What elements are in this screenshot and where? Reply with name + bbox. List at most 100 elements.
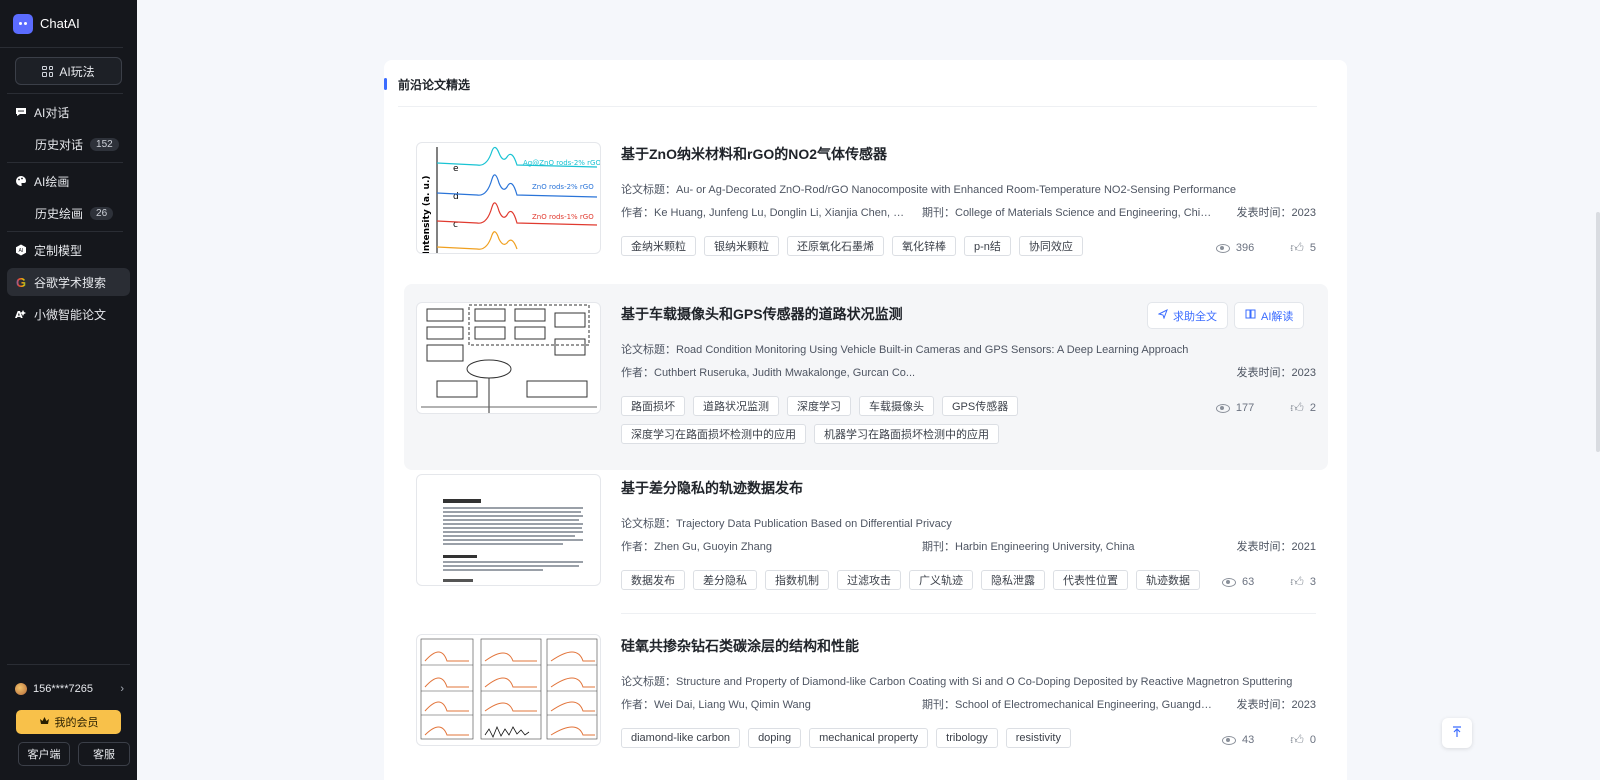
keyword-tag[interactable]: 轨迹数据 [1136, 570, 1200, 590]
value: Cuthbert Ruseruka, Judith Mwakalonge, Gu… [654, 367, 916, 379]
section-title: 前沿论文精选 [398, 78, 471, 92]
keyword-tag[interactable]: 代表性位置 [1053, 570, 1128, 590]
thumbs-up-icon[interactable]: 👍︎ [1290, 400, 1304, 416]
keyword-tag[interactable]: 金纳米颗粒 [621, 236, 696, 256]
view-count: 396 [1235, 242, 1255, 254]
keyword-tag[interactable]: 路面损坏 [621, 396, 685, 416]
thumbs-up-icon[interactable]: 👍︎ [1290, 240, 1304, 256]
label: 期刊： [922, 207, 955, 219]
eye-icon [1222, 577, 1237, 587]
keyword-tag[interactable]: 过滤攻击 [837, 570, 901, 590]
keyword-tag[interactable]: 差分隐私 [693, 570, 757, 590]
thumbs-up-icon[interactable]: 👍︎ [1290, 574, 1304, 590]
value: Structure and Property of Diamond-like C… [676, 676, 1293, 688]
keyword-tag[interactable]: mechanical property [809, 728, 929, 748]
label: 作者： [621, 541, 654, 553]
paper-card[interactable]: 基于差分隐私的轨迹数据发布 论文标题：Trajectory Data Publi… [404, 474, 1328, 624]
robot-logo-icon [13, 13, 33, 34]
paper-original-title: 论文标题：Au- or Ag-Decorated ZnO-Rod/rGO Nan… [621, 181, 1236, 197]
keyword-tag[interactable]: p-n结 [964, 236, 1011, 256]
value: 2023 [1291, 699, 1316, 711]
keyword-tag[interactable]: 协同效应 [1018, 236, 1083, 256]
paper-original-title: 论文标题：Road Condition Monitoring Using Veh… [621, 341, 1188, 357]
brand[interactable]: ChatAI [0, 0, 123, 48]
membership-button[interactable]: 我的会员 [16, 710, 121, 734]
sidebar-item-google-scholar[interactable]: G 谷歌学术搜索 [7, 268, 130, 296]
keyword-tag[interactable]: doping [748, 728, 802, 748]
value: Harbin Engineering University, China [955, 541, 1135, 553]
paper-title[interactable]: 硅氧共掺杂钻石类碳涂层的结构和性能 [621, 636, 859, 656]
sidebar-item-painting-history[interactable]: 历史绘画 26 [7, 199, 130, 227]
paper-authors: 作者：Ke Huang, Junfeng Lu, Donglin Li, Xia… [621, 204, 911, 220]
thumb-legend-3: ZnO rods-1% rGO [532, 213, 594, 221]
keyword-tag[interactable]: 银纳米颗粒 [704, 236, 779, 256]
sidebar-item-label: 谷歌学术搜索 [34, 275, 107, 290]
sidebar-item-label: AI对话 [34, 105, 70, 120]
user-profile[interactable]: 156****7265 › [7, 664, 130, 702]
customer-service-button[interactable]: 客服 [78, 742, 130, 766]
client-download-button[interactable]: 客户端 [18, 742, 70, 766]
value: Au- or Ag-Decorated ZnO-Rod/rGO Nanocomp… [676, 184, 1237, 196]
keyword-tag[interactable]: tribology [936, 728, 998, 748]
paper-thumbnail[interactable] [416, 302, 601, 414]
value: School of Electromechanical Engineering,… [955, 699, 1212, 711]
keyword-tag[interactable]: 广义轨迹 [909, 570, 973, 590]
paper-title[interactable]: 基于差分隐私的轨迹数据发布 [621, 478, 803, 498]
paper-thumbnail[interactable]: Intensity (a. u.) e d c Ag@ZnO rods-2% r… [416, 142, 601, 254]
paper-thumbnail[interactable] [416, 474, 601, 586]
value: Ke Huang, Junfeng Lu, Donglin Li, Xianji… [654, 207, 911, 219]
paper-title[interactable]: 基于车载摄像头和GPS传感器的道路状况监测 [621, 304, 903, 324]
paper-title[interactable]: 基于ZnO纳米材料和rGO的NO2气体传感器 [621, 144, 887, 164]
paper-date: 发表时间：2023 [1237, 364, 1316, 380]
keyword-tag[interactable]: 道路状况监测 [693, 396, 779, 416]
eye-icon [1215, 243, 1230, 253]
tag-list: 数据发布 差分隐私 指数机制 过滤攻击 广义轨迹 隐私泄露 代表性位置 轨迹数据 [621, 570, 1201, 590]
like-count: 0 [1309, 734, 1316, 746]
thumbs-up-icon[interactable]: 👍︎ [1290, 732, 1304, 748]
sidebar-item-custom-model[interactable]: AI 定制模型 [7, 236, 130, 264]
arrow-up-icon [1452, 725, 1462, 741]
keyword-tag[interactable]: diamond-like carbon [621, 728, 741, 748]
count-badge: 152 [90, 137, 119, 151]
eye-icon [1215, 403, 1230, 413]
keyword-tag[interactable]: 隐私泄露 [981, 570, 1045, 590]
paper-card[interactable]: 基于车载摄像头和GPS传感器的道路状况监测 求助全文 AI解读 论文标题：Roa… [404, 284, 1328, 470]
paper-date: 发表时间：2023 [1237, 696, 1316, 712]
keyword-tag[interactable]: 深度学习在路面损坏检测中的应用 [621, 424, 806, 444]
label: 发表时间： [1236, 367, 1292, 379]
request-fulltext-button[interactable]: 求助全文 [1147, 302, 1228, 329]
paper-card[interactable]: 硅氧共掺杂钻石类碳涂层的结构和性能 论文标题：Structure and Pro… [404, 630, 1328, 780]
paper-card[interactable]: Intensity (a. u.) e d c Ag@ZnO rods-2% r… [404, 130, 1328, 280]
paper-original-title: 论文标题：Structure and Property of Diamond-l… [621, 673, 1292, 689]
paper-stats: 43 👍︎ 0 [1222, 732, 1316, 748]
keyword-tag[interactable]: GPS传感器 [942, 396, 1019, 416]
page-scrollbar[interactable] [1596, 212, 1600, 452]
sidebar-item-ai-chat[interactable]: AI对话 [7, 98, 130, 126]
book-icon [1245, 309, 1256, 322]
divider [398, 106, 1317, 107]
sidebar-item-chat-history[interactable]: 历史对话 152 [7, 130, 130, 158]
sidebar-footer: 156****7265 › 我的会员 客户端 客服 [0, 664, 137, 780]
sidebar-item-ai-painting[interactable]: AI绘画 [7, 167, 130, 195]
keyword-tag[interactable]: 深度学习 [787, 396, 851, 416]
keyword-tag[interactable]: 氧化锌棒 [892, 236, 956, 256]
keyword-tag[interactable]: resistivity [1005, 728, 1071, 748]
paper-thumbnail[interactable] [416, 634, 601, 746]
ai-read-button[interactable]: AI解读 [1234, 302, 1305, 329]
paper-authors: 作者：Zhen Gu, Guoyin Zhang [621, 538, 772, 554]
sidebar-item-label: 历史对话 [35, 137, 84, 152]
paper-date: 发表时间：2021 [1237, 538, 1316, 554]
keyword-tag[interactable]: 机器学习在路面损坏检测中的应用 [814, 424, 999, 444]
user-phone: 156****7265 [33, 682, 93, 695]
keyword-tag[interactable]: 还原氧化石墨烯 [787, 236, 884, 256]
keyword-tag[interactable]: 车载摄像头 [859, 396, 934, 416]
divider [7, 231, 123, 232]
avatar [15, 682, 27, 695]
back-to-top-button[interactable] [1442, 718, 1472, 748]
button-label: 求助全文 [1173, 310, 1217, 323]
sidebar-item-ai-paper[interactable]: A 小微智能论文 [7, 300, 130, 328]
ai-play-button[interactable]: AI玩法 [15, 57, 122, 85]
keyword-tag[interactable]: 数据发布 [621, 570, 685, 590]
svg-text:AI: AI [19, 248, 24, 254]
keyword-tag[interactable]: 指数机制 [765, 570, 829, 590]
